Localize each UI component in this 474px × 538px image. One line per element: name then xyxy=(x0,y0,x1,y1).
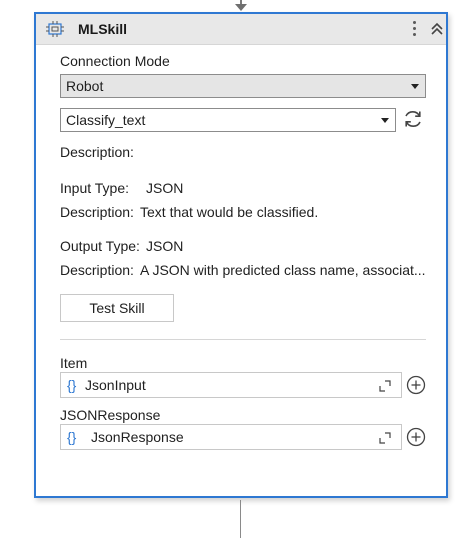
input-type-value: JSON xyxy=(146,180,184,196)
curly-braces-icon: {} xyxy=(67,429,77,445)
skill-dropdown[interactable]: Classify_text xyxy=(60,108,396,132)
activity-header[interactable]: MLSkill xyxy=(36,14,446,45)
output-description-value: A JSON with predicted class name, associ… xyxy=(140,262,426,278)
jsonresponse-argument-value[interactable]: JsonResponse xyxy=(91,429,184,445)
connection-mode-value: Robot xyxy=(66,78,104,94)
input-description-value: Text that would be classified. xyxy=(140,204,319,220)
test-skill-button[interactable]: Test Skill xyxy=(60,294,174,322)
plus-circle-icon[interactable] xyxy=(406,375,426,395)
output-type-value: JSON xyxy=(146,238,184,254)
flow-arrow-icon xyxy=(235,4,247,11)
refresh-icon[interactable] xyxy=(402,108,424,130)
double-chevron-up-icon[interactable] xyxy=(430,21,444,37)
connection-mode-label: Connection Mode xyxy=(60,53,170,69)
chevron-down-icon xyxy=(381,118,389,123)
input-description-label: Description: xyxy=(60,204,134,220)
skill-value: Classify_text xyxy=(66,112,146,128)
output-type-label: Output Type: xyxy=(60,238,140,254)
jsonresponse-argument-label: JSONResponse xyxy=(60,407,161,423)
connector-line-bottom xyxy=(240,500,241,538)
mlskill-activity-card[interactable]: MLSkill Connection Mode Robot Classify_t… xyxy=(34,12,448,498)
activity-title: MLSkill xyxy=(78,21,128,37)
plus-circle-icon[interactable] xyxy=(406,427,426,447)
kebab-menu-icon[interactable] xyxy=(410,18,420,40)
item-argument-value[interactable]: JsonInput xyxy=(85,377,146,393)
connection-mode-dropdown[interactable]: Robot xyxy=(60,74,426,98)
output-description-label: Description: xyxy=(60,262,134,278)
expand-editor-icon[interactable] xyxy=(379,380,391,392)
curly-braces-icon: {} xyxy=(67,377,77,393)
item-argument-field[interactable]: {} JsonInput xyxy=(60,372,402,398)
item-argument-label: Item xyxy=(60,355,88,371)
skill-description-label: Description: xyxy=(60,144,134,160)
chevron-down-icon xyxy=(411,84,419,89)
expand-editor-icon[interactable] xyxy=(379,432,391,444)
section-divider xyxy=(60,339,426,340)
input-type-label: Input Type: xyxy=(60,180,130,196)
jsonresponse-argument-field[interactable]: {} JsonResponse xyxy=(60,424,402,450)
ml-skill-icon xyxy=(46,21,64,37)
